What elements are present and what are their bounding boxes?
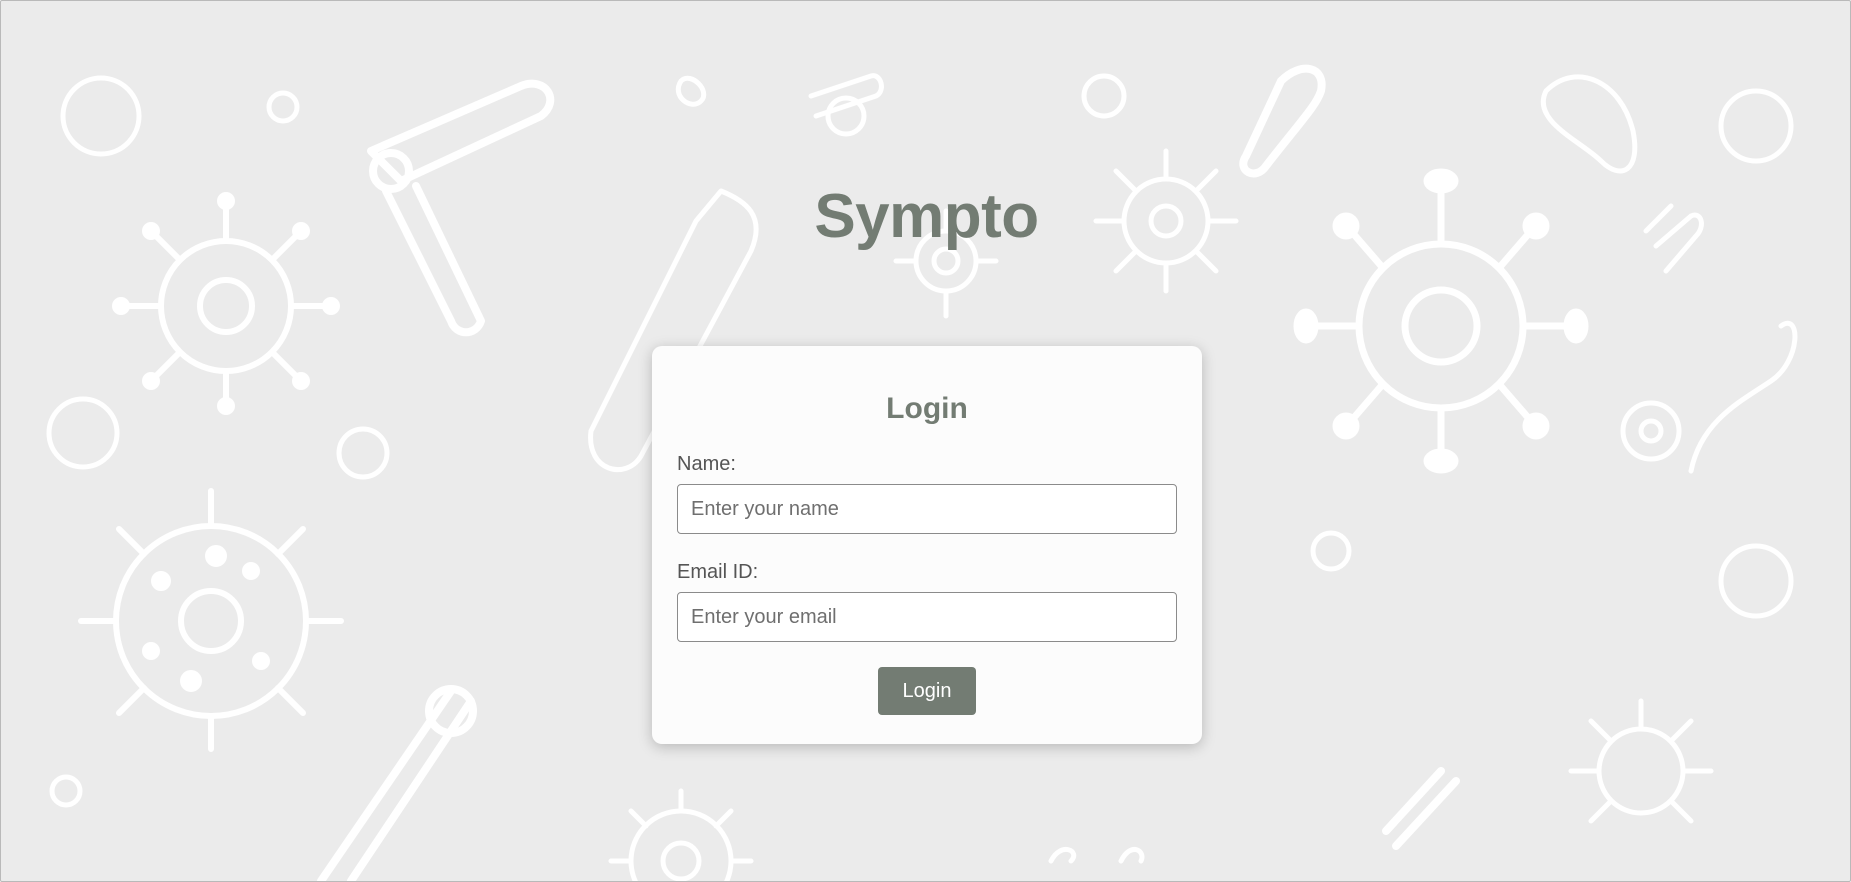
virus-icon [78,488,344,752]
email-label: Email ID: [677,561,759,583]
login-heading: Login [886,392,968,425]
login-button[interactable]: Login [878,667,976,715]
button-row: Login [677,667,1177,715]
page-frame: Sympto Login Name: Email ID: Login [0,0,1851,882]
app-title: Sympto [814,182,1039,251]
name-input[interactable] [677,484,1177,534]
login-card: Login Name: Email ID: Login [652,346,1202,744]
email-input[interactable] [677,592,1177,642]
virus-icon [1568,698,1714,824]
name-label: Name: [677,453,736,475]
